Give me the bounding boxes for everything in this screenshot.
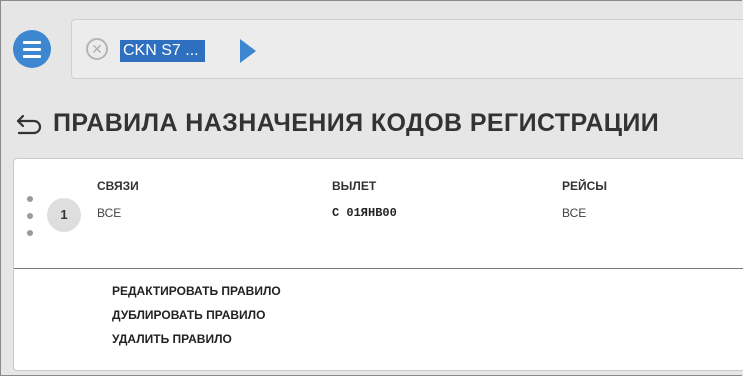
column-value: ВСЕ	[562, 206, 587, 220]
search-query-chip[interactable]: CKN S7 ...	[120, 40, 205, 62]
page-title-text: ПРАВИЛА НАЗНАЧЕНИЯ КОДОВ РЕГИСТРАЦИИ	[53, 109, 660, 137]
column-value: ВСЕ	[97, 206, 122, 220]
column-flights: РЕЙСЫ ВСЕ	[562, 179, 607, 220]
column-header: ВЫЛЕТ	[332, 179, 377, 193]
delete-rule-link[interactable]: УДАЛИТЬ ПРАВИЛО	[112, 331, 281, 355]
column-header: РЕЙСЫ	[562, 179, 608, 193]
rule-actions-menu: РЕДАКТИРОВАТЬ ПРАВИЛО ДУБЛИРОВАТЬ ПРАВИЛ…	[112, 283, 281, 355]
column-value: С 01ЯНВ00	[332, 206, 397, 220]
rule-card: 1 СВЯЗИ ВСЕ ВЫЛЕТ С 01ЯНВ00 РЕЙСЫ ВСЕ РЕ…	[13, 158, 743, 371]
column-header: СВЯЗИ	[97, 179, 139, 193]
arrow-right-icon[interactable]	[240, 39, 256, 63]
back-arrow-icon[interactable]	[15, 113, 43, 135]
duplicate-rule-link[interactable]: ДУБЛИРОВАТЬ ПРАВИЛО	[112, 307, 281, 331]
app-frame: ✕ CKN S7 ... ПРАВИЛА НАЗНАЧЕНИЯ КОДОВ РЕ…	[0, 0, 743, 376]
clear-icon[interactable]: ✕	[86, 38, 108, 60]
column-departure: ВЫЛЕТ С 01ЯНВ00	[332, 179, 397, 220]
menu-icon[interactable]	[13, 30, 51, 68]
column-connections: СВЯЗИ ВСЕ	[97, 179, 139, 220]
divider	[14, 268, 743, 269]
drag-handle-icon[interactable]	[26, 196, 34, 236]
edit-rule-link[interactable]: РЕДАКТИРОВАТЬ ПРАВИЛО	[112, 283, 281, 307]
rule-number-badge: 1	[47, 198, 81, 232]
page-title: ПРАВИЛА НАЗНАЧЕНИЯ КОДОВ РЕГИСТРАЦИИ	[15, 109, 659, 138]
command-bar: ✕ CKN S7 ...	[71, 19, 743, 79]
